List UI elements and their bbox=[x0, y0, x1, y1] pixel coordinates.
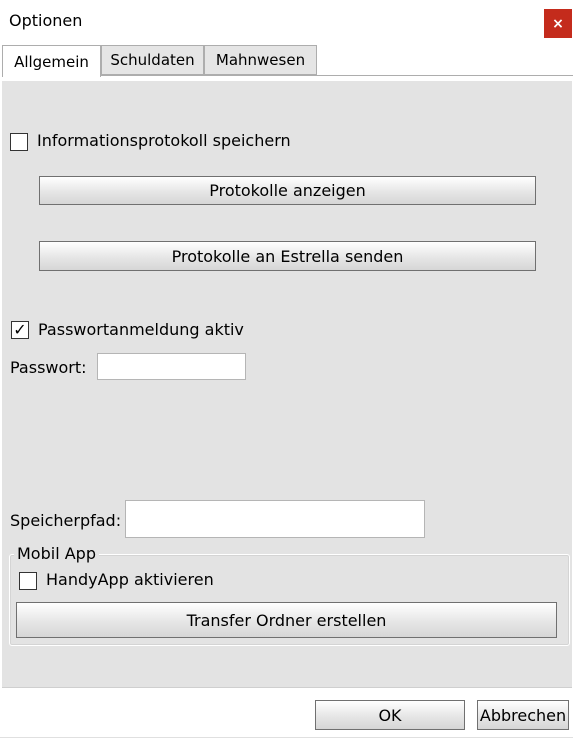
tab-schuldaten[interactable]: Schuldaten bbox=[101, 45, 204, 75]
storage-path-input[interactable] bbox=[125, 500, 425, 538]
password-label: Passwort: bbox=[10, 358, 87, 377]
send-logs-button[interactable]: Protokolle an Estrella senden bbox=[39, 241, 536, 271]
tab-label: Mahnwesen bbox=[215, 51, 306, 69]
mobile-app-group-label: Mobil App bbox=[14, 544, 99, 563]
window-title: Optionen bbox=[9, 11, 83, 30]
info-log-checkbox[interactable] bbox=[10, 133, 28, 151]
cancel-button[interactable]: Abbrechen bbox=[477, 700, 569, 730]
password-login-checkbox[interactable]: ✓ bbox=[11, 321, 29, 339]
close-button[interactable]: × bbox=[544, 9, 572, 38]
handy-app-checkbox[interactable] bbox=[19, 572, 37, 590]
transfer-folder-button[interactable]: Transfer Ordner erstellen bbox=[16, 602, 557, 638]
close-icon: × bbox=[552, 15, 564, 32]
info-log-label: Informationsprotokoll speichern bbox=[37, 131, 291, 150]
tab-allgemein[interactable]: Allgemein bbox=[2, 45, 101, 77]
tab-label: Allgemein bbox=[14, 52, 89, 71]
handy-app-label: HandyApp aktivieren bbox=[46, 570, 214, 589]
tab-label: Schuldaten bbox=[110, 51, 195, 69]
ok-button[interactable]: OK bbox=[315, 700, 465, 730]
checkmark-icon: ✓ bbox=[13, 320, 27, 339]
password-input[interactable] bbox=[97, 353, 246, 380]
show-logs-button[interactable]: Protokolle anzeigen bbox=[39, 176, 536, 205]
tab-mahnwesen[interactable]: Mahnwesen bbox=[204, 45, 317, 75]
storage-path-label: Speicherpfad: bbox=[10, 511, 122, 530]
password-login-label: Passwortanmeldung aktiv bbox=[38, 320, 244, 339]
